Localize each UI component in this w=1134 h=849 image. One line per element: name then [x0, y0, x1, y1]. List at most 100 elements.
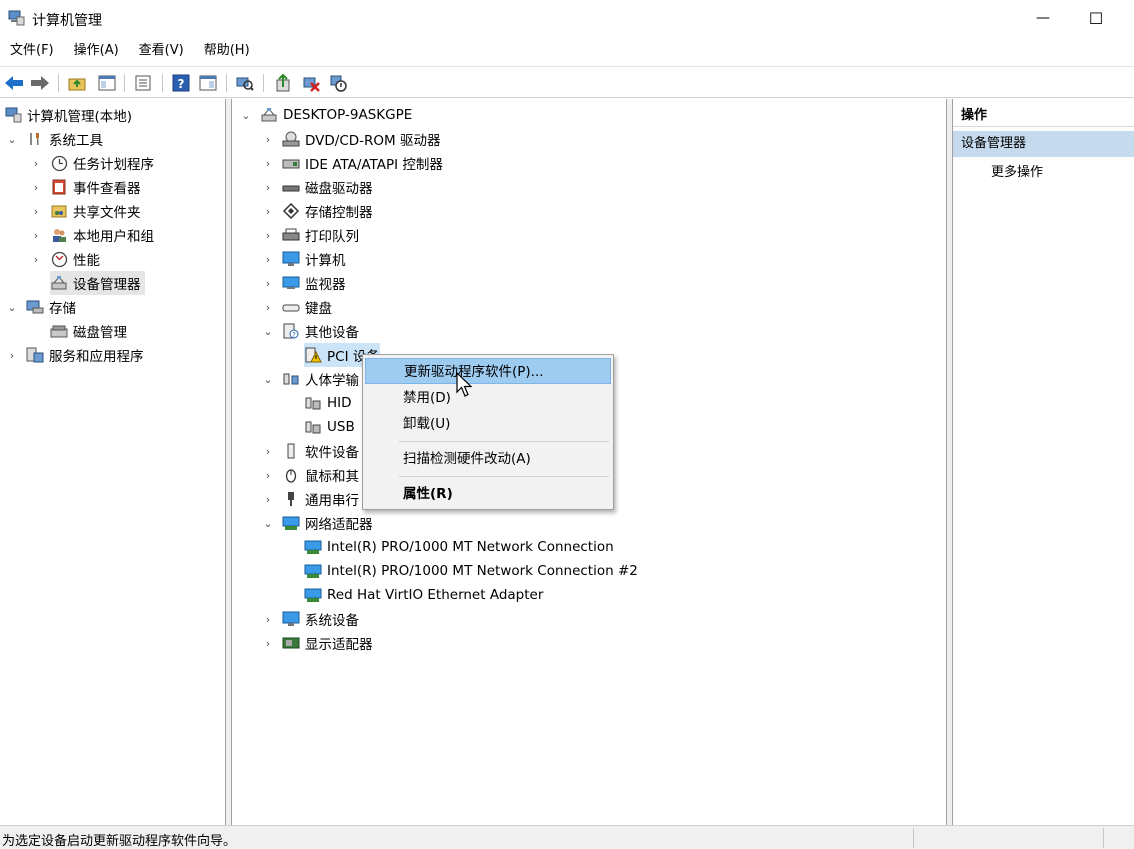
chevron-right-icon[interactable]: › [30, 205, 42, 218]
chevron-down-icon[interactable]: ⌄ [262, 517, 274, 530]
scan-hardware-button[interactable] [234, 72, 256, 94]
system-device-icon [282, 610, 300, 628]
tree-item-computer-node[interactable]: › 计算机 [262, 247, 346, 271]
chevron-right-icon[interactable]: › [262, 445, 274, 458]
chevron-right-icon[interactable]: › [262, 469, 274, 482]
tree-item-performance[interactable]: › 性能 [30, 247, 100, 271]
help-button[interactable]: ? [170, 72, 192, 94]
tree-item-label: 计算机 [305, 253, 346, 269]
chevron-right-icon[interactable]: › [262, 253, 274, 266]
chevron-right-icon[interactable]: › [262, 613, 274, 626]
chevron-right-icon[interactable]: › [30, 253, 42, 266]
back-button[interactable] [3, 72, 25, 94]
menu-help[interactable]: 帮助(H) [194, 38, 260, 64]
menu-update-driver[interactable]: 更新驱动程序软件(P)... [365, 358, 611, 384]
toolbar: ? [0, 66, 1134, 98]
tree-item-disk-management[interactable]: 磁盘管理 [50, 319, 127, 343]
tree-item-usb[interactable]: USB [304, 415, 355, 439]
chevron-down-icon[interactable]: ⌄ [6, 301, 18, 314]
uninstall-icon [303, 77, 320, 92]
properties-button[interactable] [132, 72, 154, 94]
tree-item-storage-controllers[interactable]: › 存储控制器 [262, 199, 373, 223]
chevron-right-icon[interactable]: › [6, 349, 18, 362]
tree-item-event-viewer[interactable]: › 事件查看器 [30, 175, 141, 199]
tree-item-monitors[interactable]: › 监视器 [262, 271, 346, 295]
chevron-right-icon[interactable]: › [30, 229, 42, 242]
up-level-button[interactable] [66, 72, 88, 94]
tree-item-keyboards[interactable]: › 键盘 [262, 295, 332, 319]
chevron-right-icon[interactable]: › [262, 133, 274, 146]
chevron-down-icon[interactable]: ⌄ [6, 133, 18, 146]
maximize-button[interactable]: ☐ [1073, 0, 1119, 36]
tree-item-dvd[interactable]: › DVD/CD-ROM 驱动器 [262, 127, 440, 151]
tree-item-display-adapters[interactable]: › 显示适配器 [262, 631, 373, 655]
device-manager-icon [50, 274, 68, 292]
tree-item-root[interactable]: 计算机管理(本地) [4, 103, 132, 127]
menu-uninstall[interactable]: 卸载(U) [365, 411, 611, 437]
chevron-right-icon[interactable]: › [30, 157, 42, 170]
chevron-right-icon[interactable]: › [262, 493, 274, 506]
update-driver-button[interactable] [272, 72, 294, 94]
tree-item-nic-2[interactable]: Intel(R) PRO/1000 MT Network Connection … [304, 559, 638, 583]
tree-item-task-scheduler[interactable]: › 任务计划程序 [30, 151, 154, 175]
action-pane-icon [199, 75, 217, 91]
menu-scan-hardware[interactable]: 扫描检测硬件改动(A) [365, 446, 611, 472]
tree-item-services-apps[interactable]: › 服务和应用程序 [6, 343, 144, 367]
chevron-right-icon[interactable]: › [262, 301, 274, 314]
tree-item-network-adapters[interactable]: ⌄ 网络适配器 [262, 511, 373, 535]
menu-disable[interactable]: 禁用(D) [365, 385, 611, 411]
tree-item-storage[interactable]: ⌄ 存储 [6, 295, 76, 319]
menu-file[interactable]: 文件(F) [0, 38, 64, 64]
chevron-right-icon[interactable]: › [262, 181, 274, 194]
uninstall-device-button[interactable] [300, 72, 322, 94]
minimize-button[interactable]: — [1020, 0, 1066, 36]
toolbar-separator [226, 74, 227, 92]
chevron-down-icon[interactable]: ⌄ [262, 373, 274, 386]
tree-item-system-tools[interactable]: ⌄ 系统工具 [6, 127, 103, 151]
menu-properties[interactable]: 属性(R) [365, 481, 611, 507]
tree-item-label: 磁盘管理 [73, 325, 127, 341]
tree-item-system-devices[interactable]: › 系统设备 [262, 607, 359, 631]
chevron-down-icon[interactable]: ⌄ [240, 109, 252, 122]
tree-item-hid-group[interactable]: ⌄ 人体学输 [262, 367, 359, 391]
chevron-right-icon[interactable]: › [262, 277, 274, 290]
tree-item-serial-bus[interactable]: › 通用串行 [262, 487, 359, 511]
chevron-right-icon[interactable]: › [30, 181, 42, 194]
tree-item-device-manager[interactable]: 设备管理器 [50, 271, 145, 295]
menu-action[interactable]: 操作(A) [64, 38, 129, 64]
disable-device-button[interactable] [327, 72, 349, 94]
actions-section-device-manager[interactable]: 设备管理器 [953, 131, 1134, 157]
help-icon: ? [172, 74, 190, 92]
tree-item-label: 性能 [73, 253, 100, 269]
tree-item-other-devices[interactable]: ⌄ ? 其他设备 [262, 319, 359, 343]
tree-item-local-users[interactable]: › 本地用户和组 [30, 223, 154, 247]
tree-item-label: 监视器 [305, 277, 346, 293]
chevron-down-icon[interactable]: ⌄ [262, 325, 274, 338]
tree-item-software-devices[interactable]: › 软件设备 [262, 439, 359, 463]
tree-item-nic-1[interactable]: Intel(R) PRO/1000 MT Network Connection [304, 535, 614, 559]
dvd-drive-icon [282, 130, 300, 148]
disk-drive-icon [282, 178, 300, 196]
chevron-right-icon[interactable]: › [262, 229, 274, 242]
tree-item-shared-folders[interactable]: › 共享文件夹 [30, 199, 141, 223]
computer-management-icon [8, 10, 25, 26]
chevron-right-icon[interactable]: › [262, 205, 274, 218]
menu-view[interactable]: 查看(V) [129, 38, 194, 64]
forward-button[interactable] [29, 72, 51, 94]
properties-icon [135, 75, 151, 91]
show-action-pane-button[interactable] [197, 72, 219, 94]
tree-item-nic-3[interactable]: Red Hat VirtIO Ethernet Adapter [304, 583, 543, 607]
chevron-right-icon[interactable]: › [262, 637, 274, 650]
show-hide-tree-button[interactable] [96, 72, 118, 94]
tools-icon [26, 130, 44, 148]
more-actions-link[interactable]: 更多操作 [991, 161, 1043, 185]
tree-item-label: 人体学输 [305, 373, 359, 389]
chevron-right-icon[interactable]: › [262, 157, 274, 170]
tree-item-label: Red Hat VirtIO Ethernet Adapter [327, 587, 544, 603]
tree-item-computer[interactable]: ⌄ DESKTOP-9ASKGPE [240, 103, 412, 127]
tree-item-print-queue[interactable]: › 打印队列 [262, 223, 359, 247]
tree-item-mice[interactable]: › 鼠标和其 [262, 463, 359, 487]
tree-item-disk-drives[interactable]: › 磁盘驱动器 [262, 175, 373, 199]
tree-item-ide[interactable]: › IDE ATA/ATAPI 控制器 [262, 151, 443, 175]
tree-item-hid[interactable]: HID [304, 391, 352, 415]
